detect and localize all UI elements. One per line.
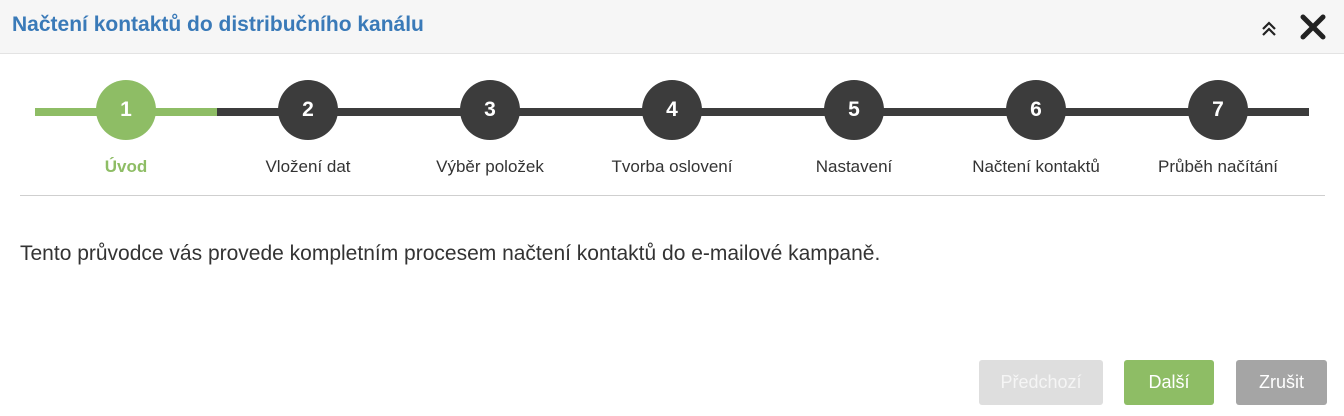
step-label: Vložení dat [265,157,351,176]
step-label: Tvorba oslovení [611,157,733,176]
dialog-title: Načtení kontaktů do distribučního kanálu [12,13,424,36]
double-chevron-up-icon [1262,21,1276,36]
wizard-step-prubeh-nacitani[interactable]: 7 Průběh načítání [1128,80,1308,180]
step-number-circle: 7 [1188,80,1248,140]
wizard-step-nastaveni[interactable]: 5 Nastavení [764,80,944,180]
close-x-icon [1300,14,1326,40]
next-button[interactable]: Další [1124,360,1214,405]
step-label: Načtení kontaktů [972,157,1100,176]
intro-text: Tento průvodce vás provede kompletním pr… [20,242,881,265]
stepper-divider [20,195,1325,196]
step-number-circle: 1 [96,80,156,140]
wizard-step-vlozeni-dat[interactable]: 2 Vložení dat [218,80,398,180]
collapse-button[interactable] [1252,10,1286,44]
step-label: Úvod [104,157,148,176]
wizard-step-vyber-polozek[interactable]: 3 Výběr položek [400,80,580,180]
wizard-step-tvorba-osloveni[interactable]: 4 Tvorba oslovení [582,80,762,180]
step-number-circle: 3 [460,80,520,140]
wizard-stepper: 1 Úvod 2 Vložení dat 3 Výběr položek 4 T… [0,56,1344,196]
step-number-circle: 2 [278,80,338,140]
step-number-circle: 4 [642,80,702,140]
step-label: Výběr položek [436,157,544,176]
step-label: Nastavení [815,157,893,176]
dialog-header: Načtení kontaktů do distribučního kanálu [0,0,1344,54]
step-label: Průběh načítání [1157,157,1279,176]
close-button[interactable] [1296,10,1330,44]
step-number-circle: 5 [824,80,884,140]
step-number-circle: 6 [1006,80,1066,140]
cancel-button[interactable]: Zrušit [1236,360,1327,405]
previous-button[interactable]: Předchozí [979,360,1103,405]
wizard-step-nacteni-kontaktu[interactable]: 6 Načtení kontaktů [946,80,1126,180]
wizard-step-uvod[interactable]: 1 Úvod [36,80,216,180]
